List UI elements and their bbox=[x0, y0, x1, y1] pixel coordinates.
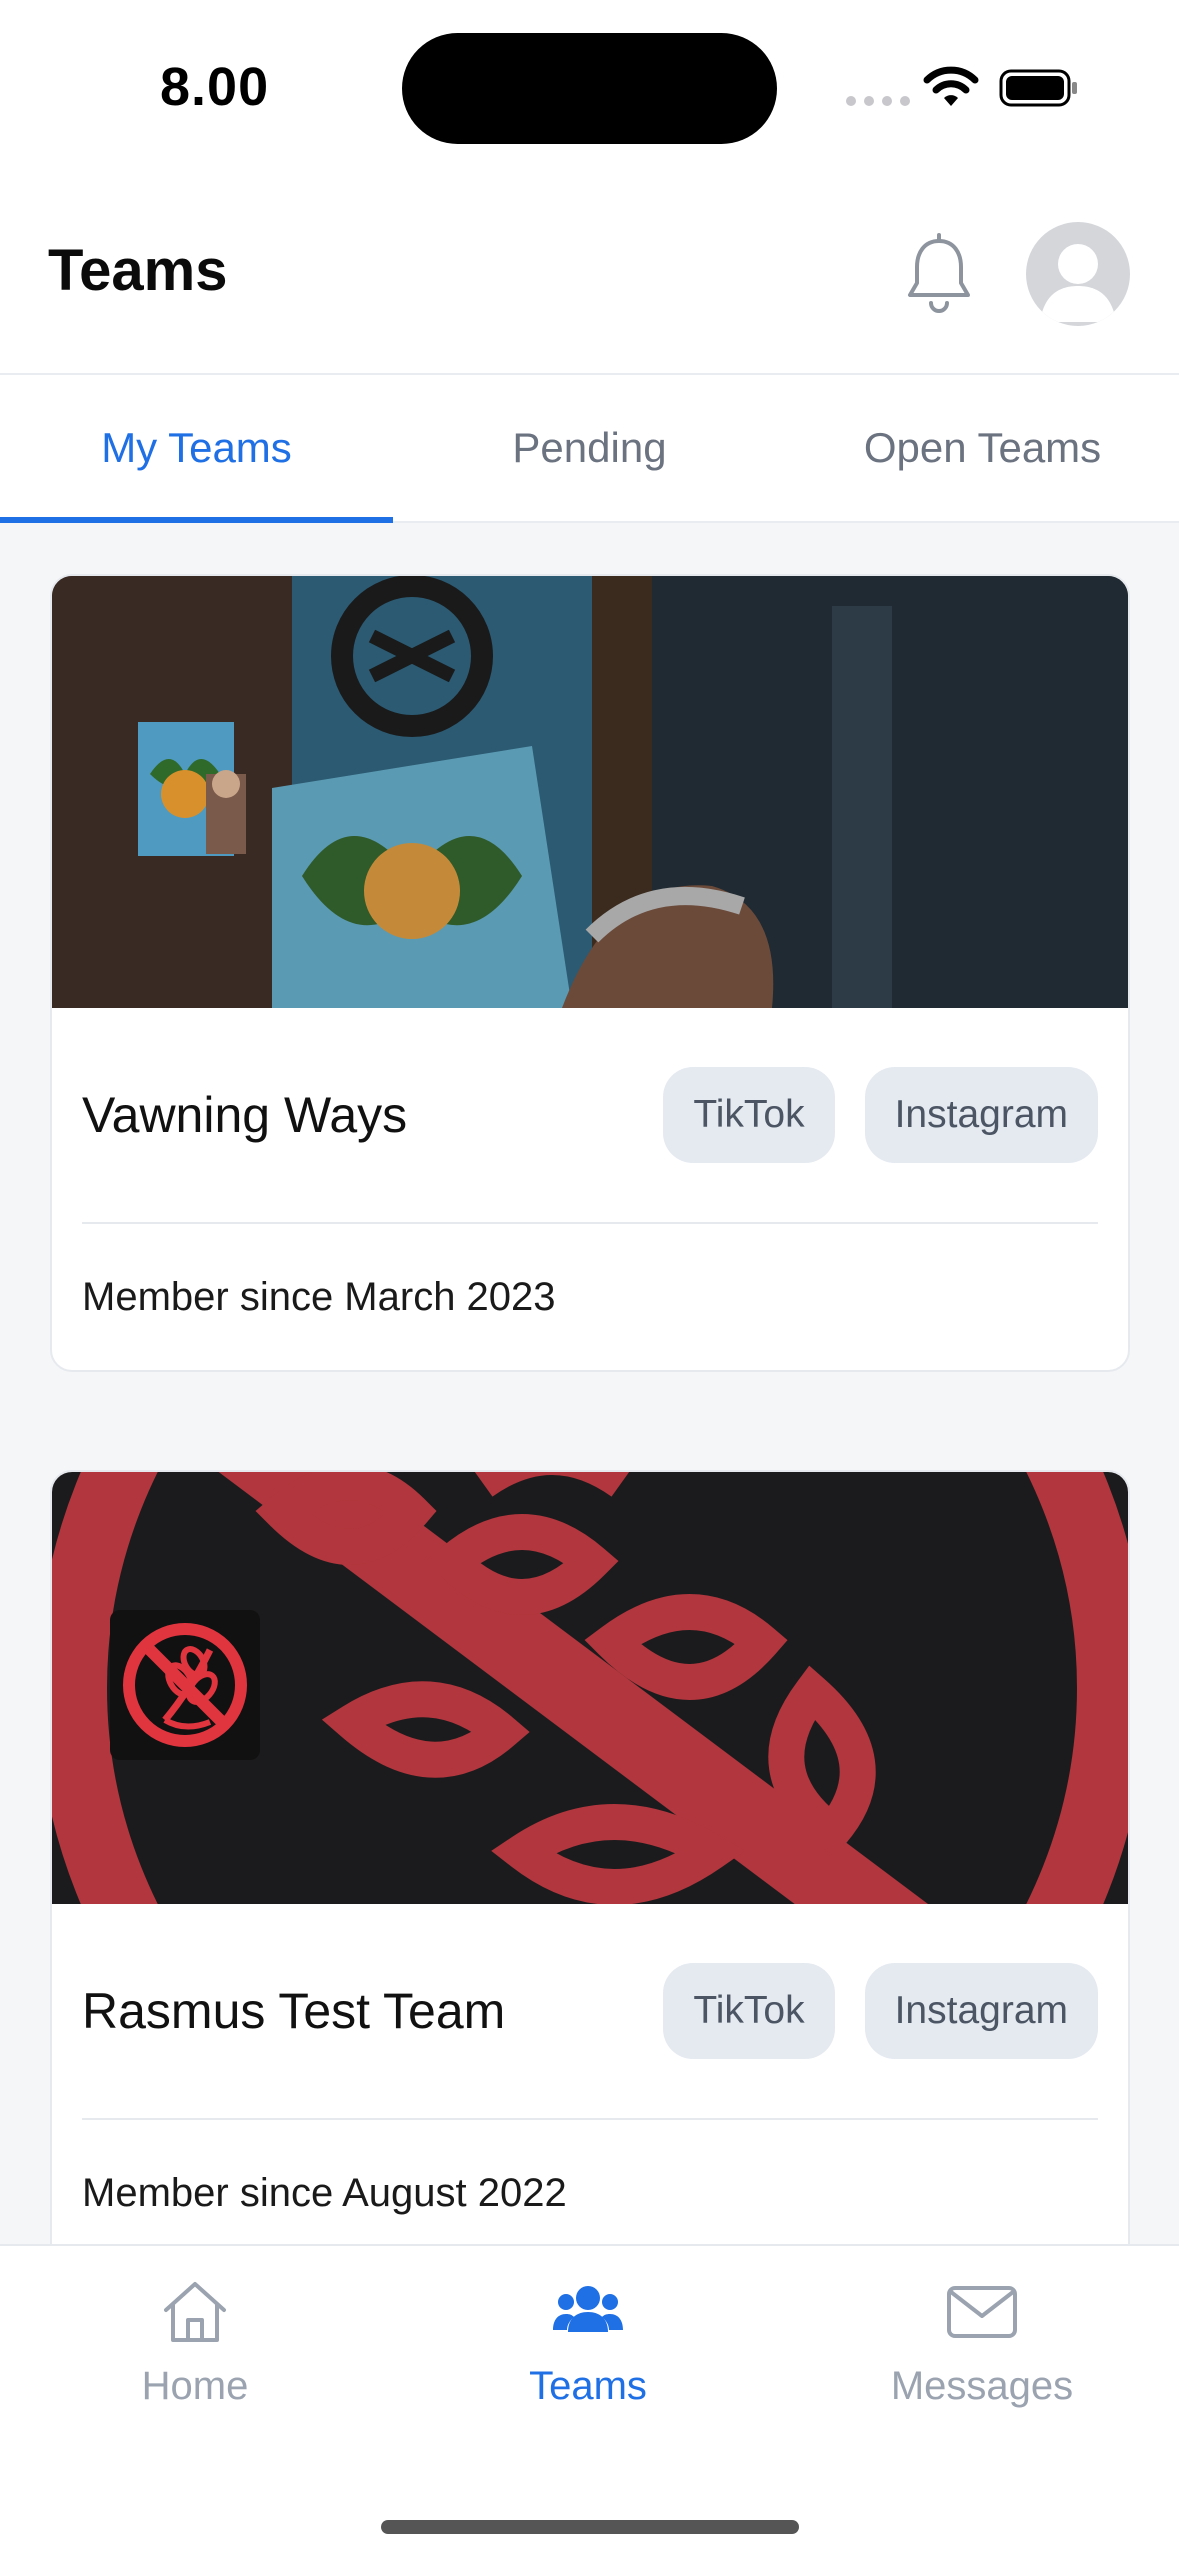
home-icon bbox=[164, 2282, 226, 2342]
team-name: Rasmus Test Team bbox=[82, 1983, 506, 2039]
team-card[interactable]: Rasmus Test Team TikTok Instagram Member… bbox=[50, 1470, 1130, 2370]
member-since-text: Member since March 2023 bbox=[82, 1274, 556, 1319]
bottom-nav: Home Teams Messages bbox=[0, 2244, 1179, 2556]
team-logo bbox=[110, 714, 260, 864]
tab-open-teams[interactable]: Open Teams bbox=[786, 375, 1179, 521]
users-icon bbox=[553, 2286, 623, 2332]
wifi-icon bbox=[923, 66, 979, 106]
platform-chip-tiktok: TikTok bbox=[663, 1067, 835, 1163]
team-name: Vawning Ways bbox=[82, 1087, 408, 1143]
nav-teams-label: Teams bbox=[529, 2364, 647, 2408]
team-card[interactable]: Vawning Ways TikTok Instagram Member sin… bbox=[50, 574, 1130, 1372]
nav-home-label: Home bbox=[141, 2364, 249, 2408]
team-banner-image bbox=[52, 1472, 1128, 1904]
platform-chip-instagram: Instagram bbox=[864, 1963, 1098, 2059]
tab-pending[interactable]: Pending bbox=[393, 375, 786, 521]
battery-icon bbox=[999, 69, 1077, 107]
avatar-placeholder-icon bbox=[1040, 244, 1116, 322]
bell-icon[interactable] bbox=[902, 233, 976, 317]
team-logo bbox=[110, 1610, 260, 1760]
nav-messages[interactable]: Messages bbox=[852, 2276, 1112, 2409]
home-indicator bbox=[381, 2520, 799, 2534]
app-header: Teams bbox=[0, 175, 1179, 375]
team-banner-image bbox=[52, 576, 1128, 1008]
tab-bar: My Teams Pending Open Teams bbox=[0, 375, 1179, 523]
nav-home[interactable]: Home bbox=[65, 2276, 325, 2409]
page-title: Teams bbox=[48, 238, 228, 303]
status-time: 8.00 bbox=[160, 57, 270, 117]
dynamic-island bbox=[402, 33, 777, 144]
envelope-icon bbox=[947, 2286, 1017, 2338]
nav-messages-label: Messages bbox=[890, 2364, 1074, 2408]
nav-teams[interactable]: Teams bbox=[458, 2276, 718, 2409]
cellular-dots-icon bbox=[846, 96, 910, 106]
platform-chip-instagram: Instagram bbox=[864, 1067, 1098, 1163]
team-logo-image bbox=[110, 714, 260, 864]
avatar[interactable] bbox=[1026, 222, 1130, 326]
no-wheat-icon bbox=[110, 1610, 260, 1760]
tab-my-teams[interactable]: My Teams bbox=[0, 375, 393, 523]
platform-chip-tiktok: TikTok bbox=[663, 1963, 835, 2059]
status-bar: 8.00 bbox=[0, 0, 1179, 175]
